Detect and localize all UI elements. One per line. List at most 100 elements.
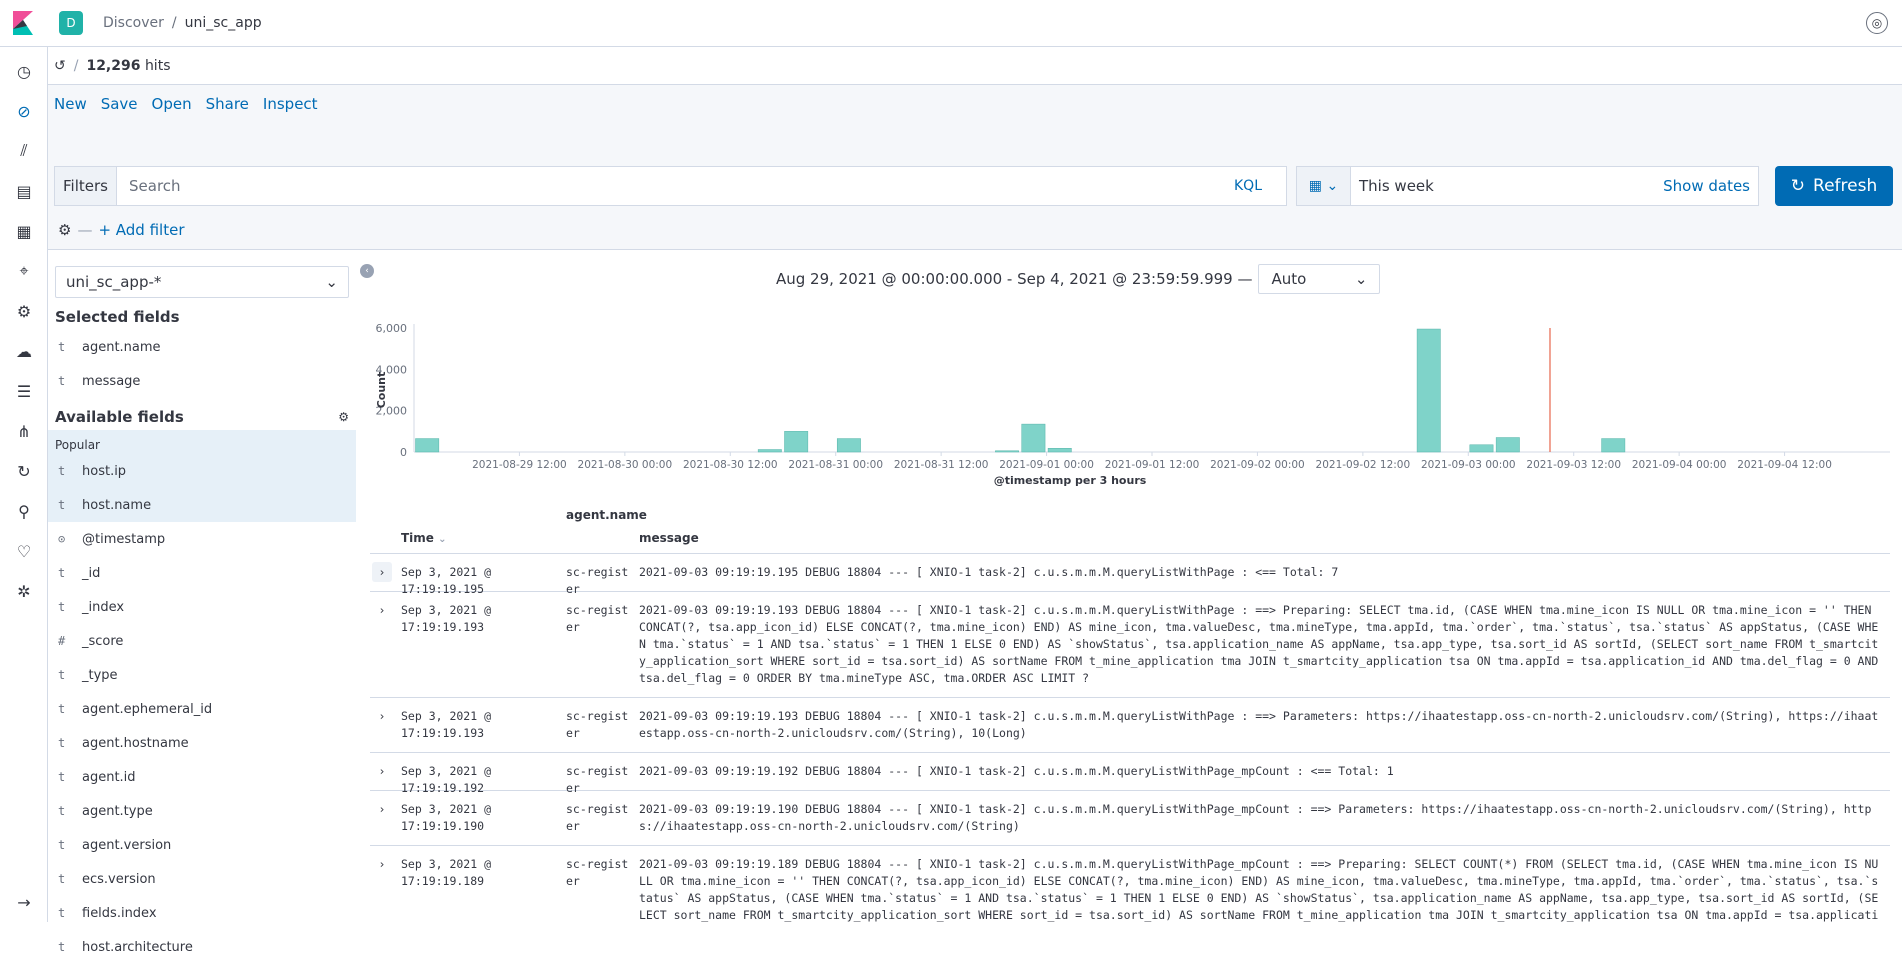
table-row[interactable]: › Sep 3, 2021 @ 17:19:19.189 sc-register 20… bbox=[370, 846, 1890, 923]
column-header-agent[interactable]: agent.name bbox=[566, 508, 647, 522]
histogram-bar[interactable] bbox=[784, 431, 809, 453]
visualize-icon[interactable]: ⫽ bbox=[0, 131, 48, 171]
histogram-bar[interactable] bbox=[995, 450, 1019, 453]
time-range-header: Aug 29, 2021 @ 00:00:00.000 - Sep 4, 202… bbox=[776, 264, 1381, 294]
table-row[interactable]: › Sep 3, 2021 @ 17:19:19.193 sc-register 20… bbox=[370, 698, 1890, 753]
show-dates-button[interactable]: Show dates bbox=[1663, 177, 1758, 195]
table-row[interactable]: › Sep 3, 2021 @ 17:19:19.192 sc-register 20… bbox=[370, 753, 1890, 795]
space-avatar[interactable]: D bbox=[59, 11, 83, 35]
field-item[interactable]: t _type bbox=[48, 658, 356, 692]
date-range-value[interactable]: This week bbox=[1351, 177, 1663, 195]
field-item[interactable]: t agent.id bbox=[48, 760, 356, 794]
field-type-icon: t bbox=[58, 804, 66, 818]
expand-row-icon[interactable]: › bbox=[372, 799, 392, 819]
column-header-message[interactable]: message bbox=[639, 531, 699, 545]
histogram-bar[interactable] bbox=[1416, 328, 1441, 453]
field-name: ecs.version bbox=[82, 871, 156, 887]
expand-row-icon[interactable]: › bbox=[372, 562, 392, 582]
field-item[interactable]: t agent.hostname bbox=[48, 726, 356, 760]
x-tick-label: 2021-09-02 12:00 bbox=[1316, 459, 1411, 471]
field-item[interactable]: t agent.name bbox=[48, 330, 356, 364]
histogram-bar[interactable] bbox=[1469, 444, 1494, 453]
search-input[interactable]: Search bbox=[117, 177, 1234, 195]
clock-icon[interactable]: ◷ bbox=[0, 51, 48, 91]
expand-row-icon[interactable]: › bbox=[372, 854, 392, 874]
index-pattern-select[interactable]: uni_sc_app-* ⌄ bbox=[55, 266, 349, 298]
hits-bar: ↺ / 12,296 hits bbox=[48, 47, 1902, 85]
field-item[interactable]: t _index bbox=[48, 590, 356, 624]
share-button[interactable]: Share bbox=[206, 95, 249, 113]
help-icon[interactable]: ◎ bbox=[1866, 12, 1888, 34]
histogram-bar[interactable] bbox=[415, 438, 440, 453]
histogram-bar[interactable] bbox=[1047, 448, 1072, 453]
maps-icon[interactable]: ⌖ bbox=[0, 251, 48, 291]
field-item[interactable]: t host.architecture bbox=[48, 930, 356, 964]
expand-row-icon[interactable]: › bbox=[372, 761, 392, 781]
breadcrumb-current: uni_sc_app bbox=[184, 15, 262, 31]
breadcrumb: Discover / uni_sc_app bbox=[103, 15, 262, 31]
field-item[interactable]: t host.ip bbox=[48, 454, 356, 488]
infra-icon[interactable]: ☁ bbox=[0, 331, 48, 371]
field-item[interactable]: t _id bbox=[48, 556, 356, 590]
gear-icon[interactable]: ⚙ bbox=[338, 410, 349, 424]
uptime-icon[interactable]: ↻ bbox=[0, 451, 48, 491]
reset-icon[interactable]: ↺ bbox=[54, 58, 66, 74]
field-item[interactable]: t ecs.version bbox=[48, 862, 356, 896]
cell-time: Sep 3, 2021 @ 17:19:19.193 bbox=[401, 603, 492, 634]
expand-nav-icon[interactable]: → bbox=[0, 882, 48, 922]
field-item[interactable]: t message bbox=[48, 364, 356, 398]
field-name: agent.type bbox=[82, 803, 153, 819]
gear-icon[interactable]: ⚙ bbox=[58, 221, 71, 239]
refresh-button[interactable]: ↻ Refresh bbox=[1775, 166, 1893, 206]
x-tick-label: 2021-08-30 00:00 bbox=[578, 459, 673, 471]
monitoring-icon[interactable]: ♡ bbox=[0, 531, 48, 571]
table-row[interactable]: › Sep 3, 2021 @ 17:19:19.190 sc-register 20… bbox=[370, 791, 1890, 846]
canvas-icon[interactable]: ▦ bbox=[0, 211, 48, 251]
kql-toggle[interactable]: KQL bbox=[1234, 178, 1286, 194]
management-icon[interactable]: ✲ bbox=[0, 571, 48, 611]
ml-icon[interactable]: ⚙ bbox=[0, 291, 48, 331]
inspect-button[interactable]: Inspect bbox=[263, 95, 318, 113]
logs-icon[interactable]: ☰ bbox=[0, 371, 48, 411]
field-item[interactable]: t agent.type bbox=[48, 794, 356, 828]
expand-row-icon[interactable]: › bbox=[372, 706, 392, 726]
field-type-icon: t bbox=[58, 838, 66, 852]
field-item[interactable]: t agent.ephemeral_id bbox=[48, 692, 356, 726]
histogram-bar[interactable] bbox=[757, 449, 782, 453]
breadcrumb-discover[interactable]: Discover bbox=[103, 15, 164, 31]
field-item[interactable]: t host.name bbox=[48, 488, 356, 522]
dashboard-icon[interactable]: ▤ bbox=[0, 171, 48, 211]
interval-select[interactable]: Auto ⌄ bbox=[1258, 264, 1381, 294]
compass-icon[interactable]: ⊘ bbox=[0, 91, 48, 131]
table-row[interactable]: › Sep 3, 2021 @ 17:19:19.193 sc-register 20… bbox=[370, 592, 1890, 698]
calendar-icon[interactable]: ▦ ⌄ bbox=[1297, 167, 1351, 205]
column-header-time[interactable]: Time ⌄ bbox=[401, 531, 447, 545]
new-button[interactable]: New bbox=[54, 95, 87, 113]
histogram-bar[interactable] bbox=[1495, 437, 1520, 453]
add-filter-button[interactable]: + Add filter bbox=[98, 221, 184, 239]
field-type-icon: t bbox=[58, 668, 66, 682]
table-row[interactable]: › Sep 3, 2021 @ 17:19:19.195 sc-register 20… bbox=[370, 554, 1890, 596]
cell-message: 2021-09-03 09:19:19.192 DEBUG 18804 --- … bbox=[639, 764, 1394, 778]
x-tick-label: 2021-08-29 12:00 bbox=[472, 459, 567, 471]
cell-agent: sc-register bbox=[566, 709, 629, 740]
cell-time: Sep 3, 2021 @ 17:19:19.190 bbox=[401, 802, 492, 833]
field-item[interactable]: ⊙ @timestamp bbox=[48, 522, 356, 556]
field-item[interactable]: t agent.version bbox=[48, 828, 356, 862]
filters-label[interactable]: Filters bbox=[55, 167, 117, 205]
histogram-bar[interactable] bbox=[836, 438, 861, 453]
open-button[interactable]: Open bbox=[152, 95, 192, 113]
save-button[interactable]: Save bbox=[101, 95, 138, 113]
field-type-icon: t bbox=[58, 566, 66, 580]
collapse-sidebar-icon[interactable]: ‹ bbox=[360, 264, 374, 278]
histogram-bar[interactable] bbox=[1601, 438, 1626, 453]
field-item[interactable]: t fields.index bbox=[48, 896, 356, 930]
expand-row-icon[interactable]: › bbox=[372, 600, 392, 620]
cell-message: 2021-09-03 09:19:19.193 DEBUG 18804 --- … bbox=[639, 709, 1879, 740]
devtools-icon[interactable]: ⚲ bbox=[0, 491, 48, 531]
histogram-chart[interactable]: 02,0004,0006,000Count2021-08-29 12:00 202… bbox=[356, 298, 1902, 498]
kibana-logo-icon[interactable] bbox=[0, 0, 46, 46]
histogram-bar[interactable] bbox=[1021, 423, 1046, 453]
field-item[interactable]: # _score bbox=[48, 624, 356, 658]
apm-icon[interactable]: ⋔ bbox=[0, 411, 48, 451]
